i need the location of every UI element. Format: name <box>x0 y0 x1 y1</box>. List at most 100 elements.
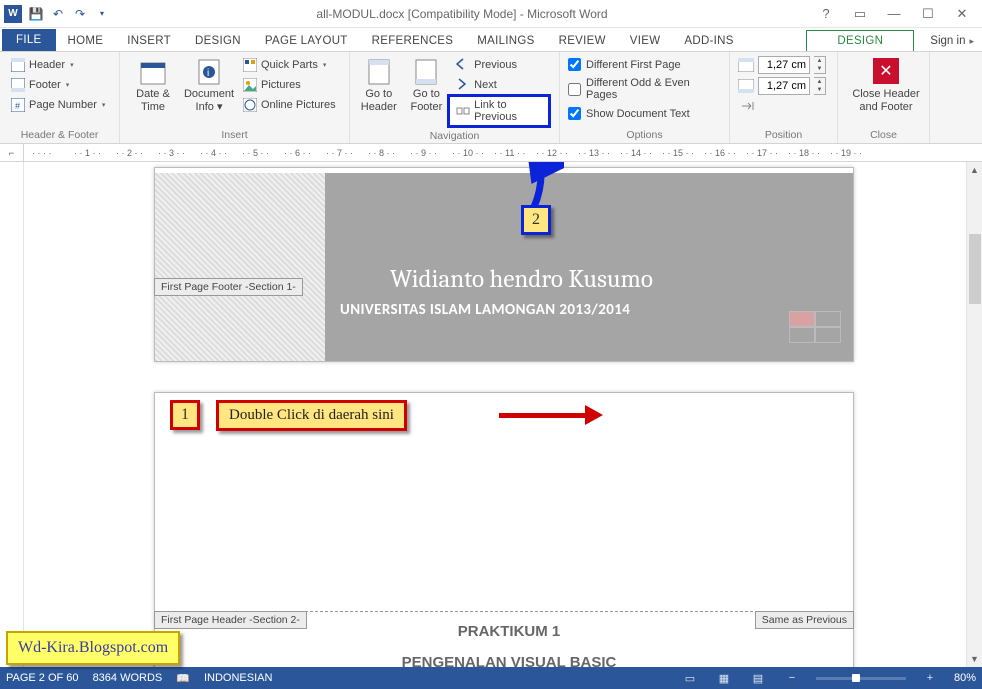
tab-insert[interactable]: INSERT <box>115 31 183 51</box>
sign-in[interactable]: Sign in▸ <box>922 31 982 51</box>
footer-tag-section-1: First Page Footer -Section 1- <box>154 278 303 296</box>
tab-references[interactable]: REFERENCES <box>360 31 466 51</box>
annotation-arrow-red <box>499 410 619 420</box>
window-title: all-MODUL.docx [Compatibility Mode] - Mi… <box>110 7 814 21</box>
date-time-button[interactable]: Date & Time <box>128 56 178 113</box>
view-print-icon[interactable]: ▦ <box>714 672 734 685</box>
show-document-text-checkbox[interactable]: Show Document Text <box>568 105 721 122</box>
group-label: Header & Footer <box>8 127 111 141</box>
ribbon-tabs: FILE HOME INSERT DESIGN PAGE LAYOUT REFE… <box>0 28 982 52</box>
tab-view[interactable]: VIEW <box>618 31 673 51</box>
scrollbar-vertical[interactable]: ▲ ▼ <box>966 162 982 667</box>
header-from-top[interactable]: ▲▼ <box>738 56 829 74</box>
link-to-previous-button[interactable]: Link to Previous <box>447 94 551 128</box>
status-page[interactable]: PAGE 2 OF 60 <box>6 672 79 684</box>
scroll-up-icon[interactable]: ▲ <box>967 162 982 178</box>
footer-from-bottom[interactable]: ▲▼ <box>738 77 829 95</box>
maximize-icon[interactable]: ☐ <box>916 6 940 22</box>
group-position: ▲▼ ▲▼ Position <box>730 52 838 143</box>
doc-info-icon: i <box>195 58 223 86</box>
svg-text:i: i <box>207 68 209 79</box>
spinner-icon[interactable]: ▲▼ <box>814 77 826 95</box>
different-odd-even-checkbox[interactable]: Different Odd & Even Pages <box>568 75 721 103</box>
tab-context-design[interactable]: DESIGN <box>806 30 914 51</box>
calendar-icon <box>139 58 167 86</box>
zoom-slider[interactable] <box>816 677 906 680</box>
previous-button[interactable]: Previous <box>453 56 551 74</box>
ruler-corner: ⌐ <box>0 144 24 161</box>
close-window-icon[interactable]: ✕ <box>950 6 974 22</box>
goto-header-button[interactable]: Go to Header <box>358 56 400 113</box>
different-first-page-checkbox[interactable]: Different First Page <box>568 56 721 73</box>
view-read-icon[interactable]: ▭ <box>680 672 700 685</box>
margin-top-icon <box>738 58 754 72</box>
group-label: Position <box>738 127 829 141</box>
document-area[interactable]: Widianto hendro Kusumo UNIVERSITAS ISLAM… <box>0 162 966 667</box>
ribbon-options-icon[interactable]: ▭ <box>848 6 872 22</box>
next-button[interactable]: Next <box>453 76 551 94</box>
word-icon: W <box>4 5 22 23</box>
footer-button[interactable]: Footer▾ <box>8 76 111 94</box>
scroll-down-icon[interactable]: ▼ <box>967 651 982 667</box>
pictures-button[interactable]: Pictures <box>240 76 339 94</box>
page-2: First Page Header -Section 2- Same as Pr… <box>154 392 854 667</box>
annotation-2: 2 <box>521 205 551 235</box>
footer-icon <box>11 78 25 92</box>
header-button[interactable]: Header▾ <box>8 56 111 74</box>
ribbon: Header▾ Footer▾ #Page Number▾ Header & F… <box>0 52 982 144</box>
ruler-horizontal[interactable]: ⌐ · · · ·· · 1 · ·· · 2 · ·· · 3 · ·· · … <box>0 144 982 162</box>
group-insert: Date & Time iDocument Info ▾ Quick Parts… <box>120 52 350 143</box>
zoom-value[interactable]: 80% <box>954 672 976 684</box>
page-number-icon: # <box>11 98 25 112</box>
document-info-button[interactable]: iDocument Info ▾ <box>184 56 234 113</box>
status-language[interactable]: INDONESIAN <box>204 672 272 684</box>
link-icon <box>456 105 470 117</box>
tab-icon <box>741 100 755 114</box>
status-words[interactable]: 8364 WORDS <box>93 672 163 684</box>
undo-icon[interactable]: ↶ <box>50 6 66 22</box>
previous-icon <box>456 58 470 72</box>
view-web-icon[interactable]: ▤ <box>748 672 768 685</box>
page-number-button[interactable]: #Page Number▾ <box>8 96 111 114</box>
save-icon[interactable]: 💾 <box>28 6 44 22</box>
zoom-out-icon[interactable]: − <box>782 672 802 684</box>
ruler-vertical[interactable] <box>0 162 24 667</box>
status-bar: PAGE 2 OF 60 8364 WORDS 📖 INDONESIAN ▭ ▦… <box>0 667 982 689</box>
annotation-1-label: Double Click di daerah sini <box>216 400 407 431</box>
title-bar: W 💾 ↶ ↷ ▾ all-MODUL.docx [Compatibility … <box>0 0 982 28</box>
insert-alignment-tab[interactable] <box>738 98 829 116</box>
annotation-arrow-blue <box>524 162 574 192</box>
tab-review[interactable]: REVIEW <box>547 31 618 51</box>
online-pictures-button[interactable]: Online Pictures <box>240 96 339 114</box>
tab-home[interactable]: HOME <box>56 31 116 51</box>
zoom-in-icon[interactable]: + <box>920 672 940 684</box>
close-header-footer-button[interactable]: ✕ Close Header and Footer <box>846 56 926 113</box>
group-label: Navigation <box>358 128 551 142</box>
svg-text:#: # <box>15 101 20 111</box>
doc-subtitle: PENGENALAN VISUAL BASIC <box>225 654 793 667</box>
help-icon[interactable]: ? <box>814 6 838 21</box>
status-proofing-icon[interactable]: 📖 <box>176 672 190 685</box>
close-icon: ✕ <box>873 58 899 84</box>
margin-bottom-icon <box>738 79 754 93</box>
redo-icon[interactable]: ↷ <box>72 6 88 22</box>
scroll-thumb[interactable] <box>969 234 981 304</box>
decor-squares <box>789 311 841 343</box>
tab-page-layout[interactable]: PAGE LAYOUT <box>253 31 360 51</box>
tab-file[interactable]: FILE <box>2 29 56 51</box>
tab-addins[interactable]: ADD-INS <box>672 31 745 51</box>
tab-mailings[interactable]: MAILINGS <box>465 31 546 51</box>
margin-hatch <box>155 173 325 361</box>
group-navigation: Go to Header Go to Footer Previous Next … <box>350 52 560 143</box>
quick-parts-button[interactable]: Quick Parts▾ <box>240 56 339 74</box>
group-label: Close <box>846 127 921 141</box>
goto-footer-icon <box>412 58 440 86</box>
document-content: PRAKTIKUM 1 PENGENALAN VISUAL BASIC A. T… <box>225 623 793 667</box>
header-icon <box>11 58 25 72</box>
minimize-icon[interactable]: — <box>882 6 906 21</box>
tab-design[interactable]: DESIGN <box>183 31 253 51</box>
author-name: Widianto hendro Kusumo <box>390 265 653 294</box>
qat-customize-icon[interactable]: ▾ <box>94 6 110 22</box>
spinner-icon[interactable]: ▲▼ <box>814 56 826 74</box>
goto-footer-button[interactable]: Go to Footer <box>406 56 448 113</box>
